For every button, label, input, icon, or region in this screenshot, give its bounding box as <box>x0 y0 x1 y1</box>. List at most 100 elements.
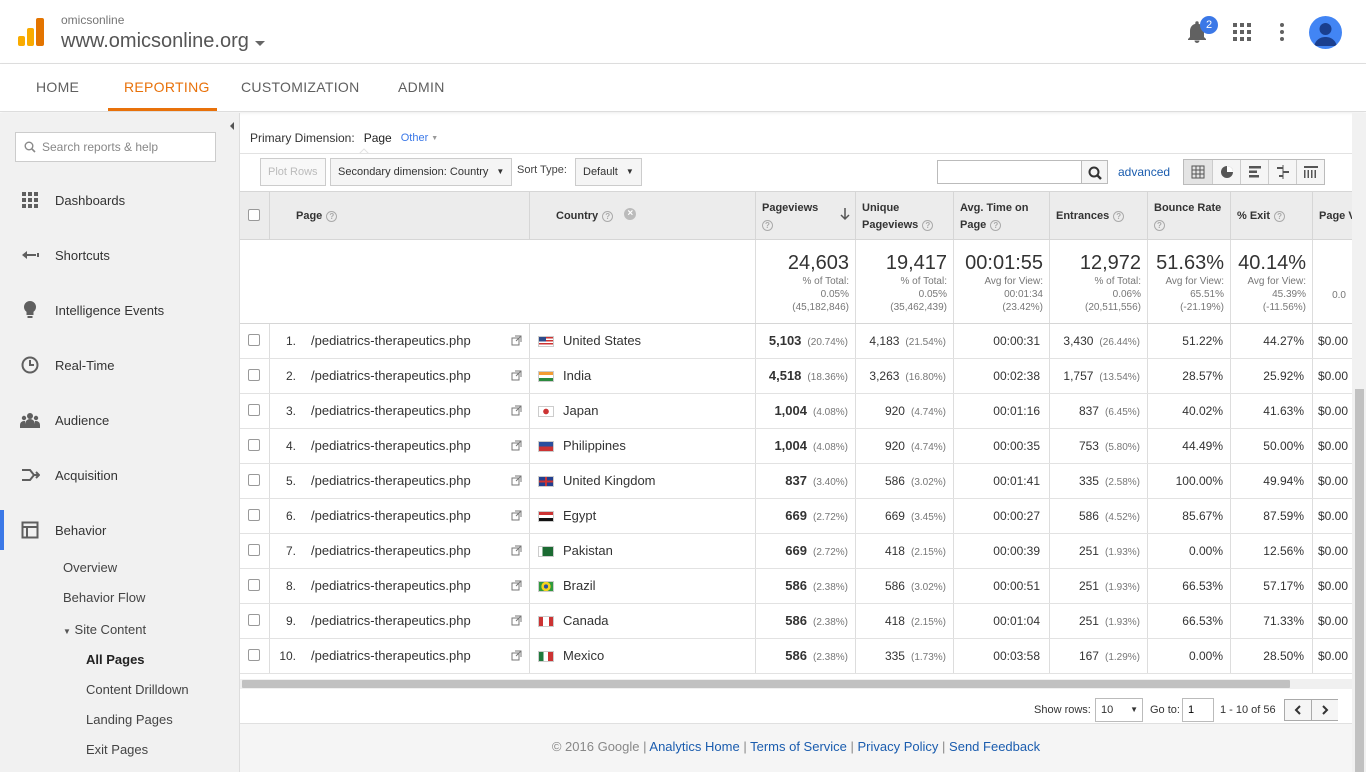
sidebar-item-real-time[interactable]: Real-Time <box>0 345 239 385</box>
country-link[interactable]: Mexico <box>563 648 604 663</box>
table-row[interactable]: 6. /pediatrics-therapeutics.php Egypt 669 (2… <box>240 499 1352 534</box>
table-row[interactable]: 4. /pediatrics-therapeutics.php Philippine… <box>240 429 1352 464</box>
report-search[interactable] <box>15 132 216 162</box>
help-icon[interactable]: ? <box>762 219 773 231</box>
table-row[interactable]: 3. /pediatrics-therapeutics.php Japan 1,004… <box>240 394 1352 429</box>
horizontal-scrollbar[interactable] <box>240 679 1352 689</box>
open-page-icon[interactable] <box>511 440 522 451</box>
help-icon[interactable]: ? <box>990 219 1002 231</box>
sidebar-item-acquisition[interactable]: Acquisition <box>0 455 239 495</box>
sidebar-sub-behavior-flow[interactable]: Behavior Flow <box>63 590 145 605</box>
performance-view-icon[interactable] <box>1240 160 1268 184</box>
help-icon[interactable]: ? <box>1154 219 1165 231</box>
sidebar-sub-landing-pages[interactable]: Landing Pages <box>86 712 173 727</box>
sidebar-item-intelligence-events[interactable]: Intelligence Events <box>0 290 239 330</box>
open-page-icon[interactable] <box>511 510 522 521</box>
tab-reporting[interactable]: REPORTING <box>108 64 217 111</box>
country-link[interactable]: Pakistan <box>563 543 613 558</box>
more-options-icon[interactable] <box>1279 23 1285 41</box>
footer-link-feedback[interactable]: Send Feedback <box>949 739 1040 754</box>
show-rows-select[interactable]: 10 ▼ <box>1095 698 1143 722</box>
column-header-pageviews[interactable]: Pageviews? <box>755 192 855 239</box>
country-link[interactable]: Canada <box>563 613 609 628</box>
row-checkbox[interactable] <box>248 649 260 661</box>
table-view-icon[interactable] <box>1184 160 1212 184</box>
sidebar-sub-exit-pages[interactable]: Exit Pages <box>86 742 148 757</box>
scroll-thumb[interactable] <box>242 680 1290 688</box>
help-icon[interactable]: ? <box>602 210 614 222</box>
vertical-scrollbar[interactable] <box>1352 113 1366 772</box>
open-page-icon[interactable] <box>511 335 522 346</box>
sidebar-item-shortcuts[interactable]: Shortcuts <box>0 235 239 275</box>
open-page-icon[interactable] <box>511 580 522 591</box>
page-link[interactable]: /pediatrics-therapeutics.php <box>311 569 471 603</box>
search-input[interactable] <box>42 140 212 154</box>
secondary-dimension-select[interactable]: Secondary dimension: Country ▼ <box>330 158 513 186</box>
help-icon[interactable]: ? <box>1113 210 1125 222</box>
sidebar-sub-all-pages[interactable]: All Pages <box>86 652 145 667</box>
country-link[interactable]: Japan <box>563 403 598 418</box>
primary-dimension-page[interactable]: Page <box>364 131 392 145</box>
apps-grid-icon[interactable] <box>1233 23 1251 41</box>
prev-page-button[interactable] <box>1285 700 1312 720</box>
row-checkbox[interactable] <box>248 334 260 346</box>
column-header-bounce-rate[interactable]: Bounce Rate? <box>1147 192 1230 239</box>
table-row[interactable]: 8. /pediatrics-therapeutics.php Brazil 586(… <box>240 569 1352 604</box>
table-row[interactable]: 1. /pediatrics-therapeutics.php United Sta… <box>240 324 1352 359</box>
advanced-filter-link[interactable]: advanced <box>1118 165 1170 179</box>
row-checkbox[interactable] <box>248 404 260 416</box>
row-checkbox[interactable] <box>248 614 260 626</box>
page-link[interactable]: /pediatrics-therapeutics.php <box>311 359 471 393</box>
open-page-icon[interactable] <box>511 370 522 381</box>
collapse-sidebar-icon[interactable] <box>224 117 240 135</box>
tab-customization[interactable]: CUSTOMIZATION <box>225 64 376 111</box>
row-checkbox[interactable] <box>248 474 260 486</box>
sidebar-item-audience[interactable]: Audience <box>0 400 239 440</box>
page-link[interactable]: /pediatrics-therapeutics.php <box>311 324 471 358</box>
notification-badge[interactable]: 2 <box>1200 16 1218 34</box>
footer-link-terms[interactable]: Terms of Service <box>750 739 847 754</box>
footer-link-analytics-home[interactable]: Analytics Home <box>649 739 739 754</box>
table-row[interactable]: 2. /pediatrics-therapeutics.php India 4,518… <box>240 359 1352 394</box>
column-header-page[interactable]: Page? <box>269 192 529 239</box>
help-icon[interactable]: ? <box>326 210 338 222</box>
column-header-country[interactable]: Country? × <box>529 192 755 239</box>
property-selector[interactable]: www.omicsonline.org <box>61 30 265 53</box>
row-checkbox[interactable] <box>248 544 260 556</box>
sidebar-item-behavior[interactable]: Behavior <box>0 510 239 550</box>
avatar[interactable] <box>1309 16 1342 49</box>
help-icon[interactable]: ? <box>1274 210 1286 222</box>
row-checkbox[interactable] <box>248 579 260 591</box>
column-header-avg-time[interactable]: Avg. Time on Page? <box>953 192 1049 239</box>
select-all-checkbox[interactable] <box>248 209 260 221</box>
row-checkbox[interactable] <box>248 439 260 451</box>
table-search-button[interactable] <box>1082 160 1108 184</box>
help-icon[interactable]: ? <box>922 219 934 231</box>
page-link[interactable]: /pediatrics-therapeutics.php <box>311 604 471 638</box>
analytics-logo-icon[interactable] <box>18 18 44 46</box>
tab-home[interactable]: HOME <box>20 64 95 111</box>
row-checkbox[interactable] <box>248 509 260 521</box>
page-link[interactable]: /pediatrics-therapeutics.php <box>311 464 471 498</box>
page-link[interactable]: /pediatrics-therapeutics.php <box>311 534 471 568</box>
country-link[interactable]: Brazil <box>563 578 596 593</box>
open-page-icon[interactable] <box>511 545 522 556</box>
sidebar-sub-overview[interactable]: Overview <box>63 560 117 575</box>
comparison-view-icon[interactable] <box>1268 160 1296 184</box>
open-page-icon[interactable] <box>511 405 522 416</box>
page-link[interactable]: /pediatrics-therapeutics.php <box>311 394 471 428</box>
tab-admin[interactable]: ADMIN <box>382 64 461 111</box>
table-row[interactable]: 5. /pediatrics-therapeutics.php United Kin… <box>240 464 1352 499</box>
scroll-thumb[interactable] <box>1355 389 1364 772</box>
table-filter-input[interactable] <box>937 160 1082 184</box>
remove-dimension-icon[interactable]: × <box>624 208 637 220</box>
page-link[interactable]: /pediatrics-therapeutics.php <box>311 429 471 463</box>
country-link[interactable]: United States <box>563 333 641 348</box>
open-page-icon[interactable] <box>511 475 522 486</box>
pie-view-icon[interactable] <box>1212 160 1240 184</box>
column-header-exit[interactable]: % Exit? <box>1230 192 1312 239</box>
column-header-unique-pageviews[interactable]: Unique Pageviews? <box>855 192 953 239</box>
page-link[interactable]: /pediatrics-therapeutics.php <box>311 499 471 533</box>
open-page-icon[interactable] <box>511 615 522 626</box>
primary-dimension-other[interactable]: Other ▼ <box>401 132 438 144</box>
